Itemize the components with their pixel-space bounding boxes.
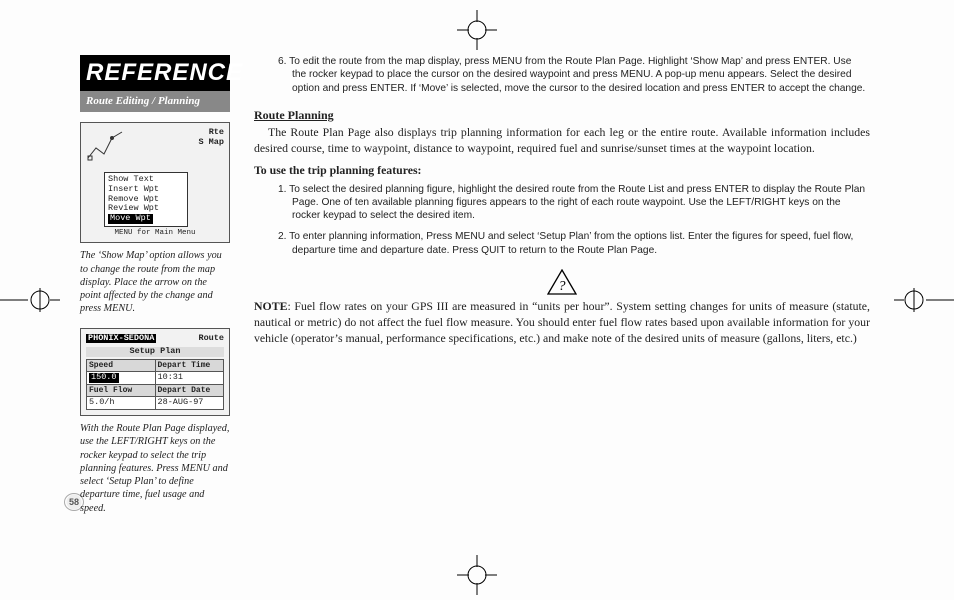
caption-show-map: The ‘Show Map’ option allows you to chan…	[80, 249, 230, 315]
menu-footer: MENU for Main Menu	[86, 229, 224, 238]
route-name: PHONIX-SEDONA	[86, 334, 156, 344]
depart-time-value: 10:31	[156, 372, 224, 384]
setup-plan-title: Setup Plan	[86, 347, 224, 357]
screenshot-setup-plan: PHONIX-SEDONA Route Setup Plan Speed Dep…	[80, 328, 230, 416]
map-area	[86, 128, 198, 168]
depart-date-header: Depart Date	[156, 385, 224, 396]
reference-banner: REFERENCE	[80, 55, 230, 91]
fuel-flow-header: Fuel Flow	[87, 385, 155, 396]
main-column: 6. To edit the route from the map displa…	[254, 55, 870, 527]
caption-setup-plan: With the Route Plan Page displayed, use …	[80, 422, 230, 515]
step-6-block: 6. To edit the route from the map displa…	[278, 55, 866, 95]
menu-item-selected: Move Wpt	[108, 214, 184, 224]
depart-time-header: Depart Time	[156, 360, 224, 371]
crop-mark-left	[0, 280, 60, 320]
crop-mark-bottom	[457, 555, 497, 595]
step-2: 2. To enter planning information, Press …	[278, 230, 866, 257]
crop-mark-top	[457, 10, 497, 50]
note-paragraph: NOTE: Fuel flow rates on your GPS III ar…	[254, 299, 870, 347]
page-content: REFERENCE Route Editing / Planning Rte S…	[80, 55, 870, 527]
note-label: NOTE	[254, 299, 287, 313]
warning-icon: ?	[547, 269, 577, 295]
reference-subhead: Route Editing / Planning	[80, 91, 230, 112]
crop-mark-right	[894, 280, 954, 320]
svg-text:?: ?	[559, 279, 566, 294]
speed-header: Speed	[87, 360, 155, 371]
step-1: 1. To select the desired planning figure…	[278, 183, 866, 223]
trip-planning-subhead: To use the trip planning features:	[254, 163, 870, 179]
step-6: 6. To edit the route from the map displa…	[278, 55, 866, 95]
trip-planning-steps: 1. To select the desired planning figure…	[278, 183, 866, 257]
route-tab: Route	[198, 334, 224, 344]
popup-menu: Show Text Insert Wpt Remove Wpt Review W…	[104, 172, 188, 227]
setup-plan-grid: Speed Depart Time 150.0 10:31 Fuel Flow …	[86, 359, 224, 410]
fuel-flow-value: 5.0/h	[87, 397, 155, 409]
speed-value: 150.0	[87, 372, 155, 384]
route-planning-heading: Route Planning	[254, 107, 870, 123]
route-planning-intro: The Route Plan Page also displays trip p…	[254, 125, 870, 157]
screenshot-show-map: Rte S Map Show Text Insert Wpt Remove Wp…	[80, 122, 230, 243]
sidebar: REFERENCE Route Editing / Planning Rte S…	[80, 55, 230, 527]
depart-date-value: 28-AUG-97	[156, 397, 224, 409]
map-tab-label: S Map	[198, 138, 224, 148]
